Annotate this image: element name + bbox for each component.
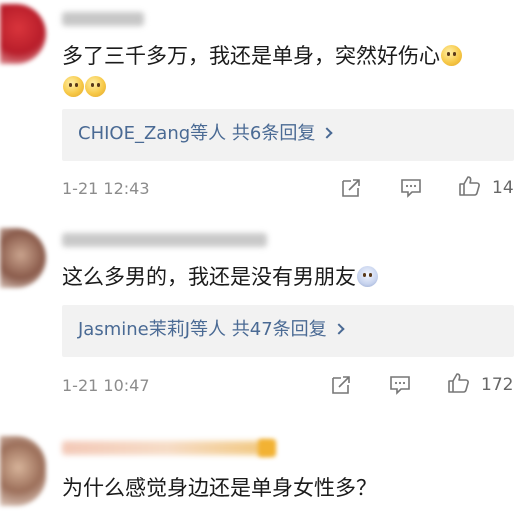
reply-summary-button[interactable]: CHIOE_Zang等人 共6条回复 (62, 109, 514, 161)
avatar[interactable] (0, 228, 46, 288)
reply-summary-button[interactable]: Jasmine茉莉J等人 共47条回复 (62, 305, 514, 357)
reply-count: 等人 共47条回复 (190, 319, 327, 340)
scream-emoji-icon (357, 266, 378, 287)
thumbs-up-icon[interactable] (458, 174, 482, 198)
reply-count: 等人 共6条回复 (190, 123, 316, 144)
comment-icon[interactable] (388, 373, 412, 397)
username-blurred[interactable] (62, 233, 267, 247)
timestamp: 1-21 12:43 (62, 179, 150, 198)
thumbs-up-icon[interactable] (447, 371, 471, 395)
comment-text: 这么多男的，我还是没有男朋友 (62, 262, 378, 293)
share-icon[interactable] (339, 176, 363, 200)
comment-text: 为什么感觉身边还是单身女性多？ (62, 476, 377, 500)
sad-emoji-icon (441, 45, 462, 66)
badge-icon (258, 439, 276, 457)
chevron-right-icon (333, 323, 345, 335)
like-count: 14 (492, 178, 514, 198)
username-blurred[interactable] (62, 441, 272, 455)
sad-emoji-icon (63, 76, 84, 97)
sad-emoji-icon (85, 76, 106, 97)
like-count: 172 (481, 375, 514, 395)
avatar[interactable] (0, 4, 46, 64)
chevron-right-icon (321, 127, 334, 139)
reply-user-name: Jasmine茉莉J (78, 319, 191, 340)
comment-text: 多了三千多万，我还是单身，突然好伤心 (62, 41, 462, 103)
comment-icon[interactable] (399, 176, 423, 200)
reply-user-name: CHIOE_Zang (78, 123, 191, 144)
share-icon[interactable] (329, 373, 353, 397)
avatar[interactable] (0, 436, 46, 506)
username-blurred[interactable] (62, 12, 144, 26)
timestamp: 1-21 10:47 (62, 376, 150, 395)
